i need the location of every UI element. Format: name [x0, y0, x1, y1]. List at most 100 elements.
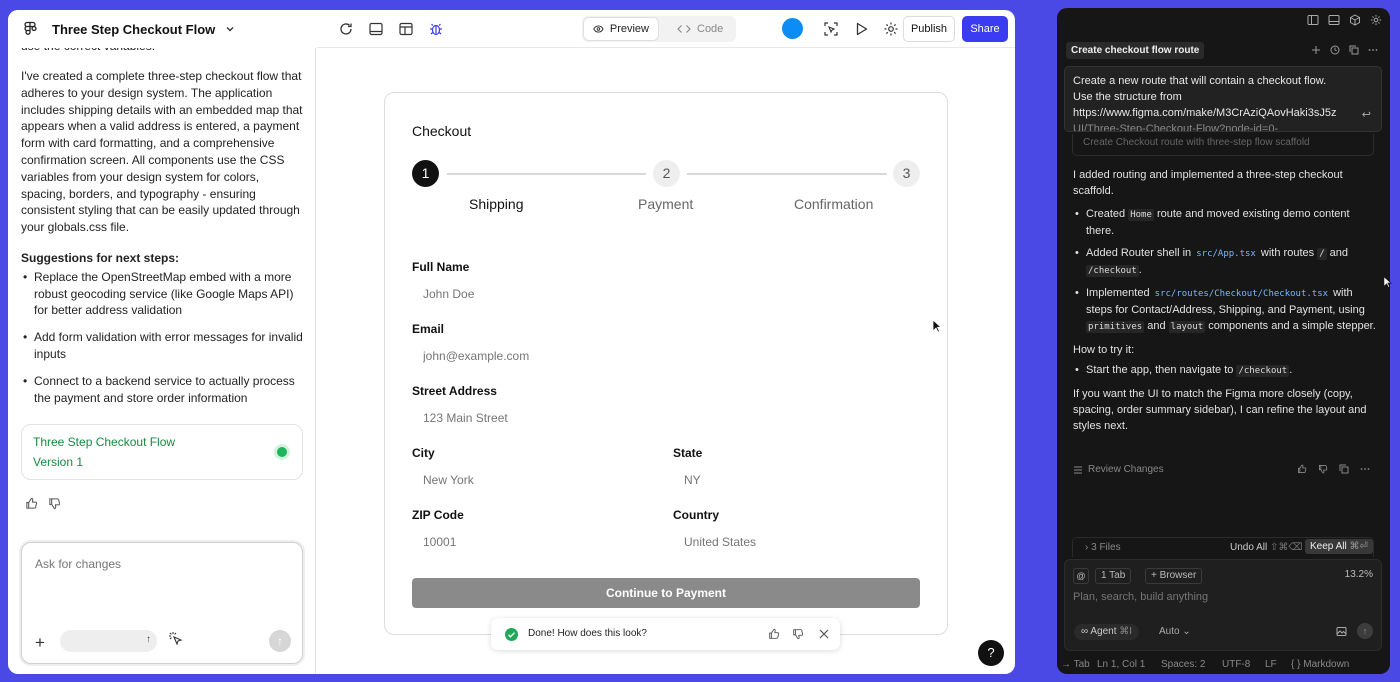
layout-panel-icon[interactable]	[368, 21, 384, 37]
thumbs-down-icon[interactable]	[1318, 464, 1328, 474]
step-1-label: Shipping	[469, 196, 524, 212]
cube-icon[interactable]	[1349, 14, 1361, 26]
context-usage: 13.2%	[1344, 569, 1373, 580]
chat-panel: use the correct variables. I've created …	[8, 10, 316, 674]
toggle-sidebar-icon[interactable]	[1307, 14, 1319, 26]
model-selector[interactable]: ↑	[60, 630, 157, 652]
ask-input[interactable]	[35, 557, 285, 571]
agent-input[interactable]	[1073, 591, 1363, 603]
copy-icon[interactable]	[1349, 45, 1359, 55]
conversation-tab[interactable]: Create checkout flow route	[1066, 42, 1205, 59]
state-input[interactable]	[684, 473, 914, 487]
undo-shortcut: ⇧⌘⌫	[1270, 542, 1303, 553]
step-3-label: Confirmation	[794, 196, 874, 212]
thumbs-up-icon[interactable]	[25, 497, 38, 510]
refresh-icon[interactable]	[338, 21, 354, 37]
code-tab[interactable]: Code	[668, 18, 732, 40]
street-address-input[interactable]	[423, 411, 903, 425]
tab-context-chip[interactable]: 1 Tab	[1095, 568, 1132, 584]
file-link[interactable]: src/App.tsx	[1194, 248, 1258, 260]
continue-to-payment-button[interactable]: Continue to Payment	[412, 578, 920, 608]
preview-tab[interactable]: Preview	[584, 18, 658, 40]
status-eol[interactable]: LF	[1265, 659, 1277, 670]
agent-shortcut: ⌘I	[1119, 626, 1133, 637]
response-intro: I added routing and implemented a three-…	[1073, 169, 1343, 197]
status-cursor-position[interactable]: Ln 1, Col 1	[1097, 659, 1145, 670]
upload-icon: ↑	[146, 634, 151, 645]
mention-button[interactable]: @	[1073, 568, 1089, 584]
file-link[interactable]: src/routes/Checkout/Checkout.tsx	[1153, 288, 1330, 300]
project-title[interactable]: Three Step Checkout Flow	[52, 22, 215, 37]
browser-context-chip[interactable]: + Browser	[1145, 568, 1203, 584]
text: Added Router shell in	[1086, 247, 1192, 259]
settings-gear-icon[interactable]	[1370, 14, 1382, 26]
send-button[interactable]: ↑	[1357, 623, 1373, 639]
zip-code-input[interactable]	[423, 535, 653, 549]
step-2-label: Payment	[638, 196, 694, 212]
more-icon[interactable]	[1368, 45, 1378, 55]
files-toggle[interactable]: › 3 Files	[1085, 542, 1121, 553]
version-status-dot	[277, 447, 287, 457]
status-tab: → Tab	[1061, 659, 1090, 670]
image-attach-icon[interactable]	[1336, 626, 1347, 637]
feedback-toast: Done! How does this look?	[491, 618, 840, 650]
changed-files-bar: › 3 Files Undo All ⇧⌘⌫ Keep All ⌘⏎	[1072, 537, 1374, 557]
thumbs-down-icon[interactable]	[792, 628, 804, 640]
responsive-view-icon[interactable]	[398, 21, 414, 37]
agent-mode-selector[interactable]: ∞ Agent ⌘I	[1074, 624, 1140, 640]
project-header: Three Step Checkout Flow	[8, 10, 316, 48]
undo-all-button[interactable]: Undo All ⇧⌘⌫	[1230, 542, 1303, 553]
status-indentation[interactable]: Spaces: 2	[1161, 659, 1205, 670]
how-title: How to try it:	[1073, 344, 1135, 356]
inspect-icon[interactable]	[823, 21, 839, 37]
keep-all-label: Keep All	[1310, 541, 1347, 552]
checkout-title: Checkout	[412, 123, 472, 139]
copy-icon[interactable]	[1339, 464, 1349, 474]
model-selector[interactable]: Auto ⌄	[1159, 626, 1191, 637]
country-input[interactable]	[684, 535, 914, 549]
chat-history: use the correct variables. I've created …	[21, 42, 306, 416]
plus-icon[interactable]	[1311, 45, 1321, 55]
list-icon	[1074, 466, 1082, 473]
prompt-line: https://www.figma.com/make/M3CrAziQAovHa…	[1073, 107, 1337, 119]
thumbs-down-icon[interactable]	[48, 497, 61, 510]
toast-message: Done! How does this look?	[528, 628, 647, 639]
city-input[interactable]	[423, 473, 653, 487]
history-icon[interactable]	[1330, 45, 1340, 55]
publish-button[interactable]: Publish	[903, 16, 955, 42]
figma-logo-icon[interactable]	[22, 21, 38, 37]
zip-code-label: ZIP Code	[412, 508, 464, 522]
share-button[interactable]: Share	[962, 16, 1008, 42]
send-button[interactable]: ↑	[269, 630, 291, 652]
review-changes-row[interactable]: Review Changes	[1073, 464, 1378, 475]
play-icon[interactable]	[853, 21, 869, 37]
user-prompt[interactable]: Create a new route that will contain a c…	[1064, 66, 1382, 132]
close-icon[interactable]	[818, 628, 830, 640]
status-encoding[interactable]: UTF-8	[1222, 659, 1250, 670]
toggle-panel-icon[interactable]	[1328, 14, 1340, 26]
full-name-label: Full Name	[412, 260, 470, 274]
stepper-line	[687, 173, 887, 175]
bug-icon[interactable]	[428, 21, 444, 37]
settings-gear-icon[interactable]	[883, 21, 899, 37]
assistant-panel: Create checkout flow route Create a new …	[1057, 8, 1390, 674]
thumbs-up-icon[interactable]	[1297, 464, 1307, 474]
more-icon[interactable]	[1360, 464, 1370, 474]
status-language[interactable]: { } Markdown	[1291, 659, 1349, 670]
user-avatar[interactable]	[782, 18, 803, 39]
return-icon[interactable]: ↩	[1362, 107, 1371, 123]
version-label: Version 1	[33, 455, 84, 469]
main-window: use the correct variables. I've created …	[8, 10, 1015, 674]
email-input[interactable]	[423, 349, 903, 363]
full-name-input[interactable]	[423, 287, 903, 301]
status-bar: → Tab Ln 1, Col 1 Spaces: 2 UTF-8 LF { }…	[1057, 656, 1390, 674]
chevron-down-icon[interactable]	[225, 24, 235, 34]
check-circle-icon	[505, 628, 518, 641]
chat-summary: I've created a complete three-step check…	[21, 69, 303, 235]
version-card[interactable]: Three Step Checkout Flow Version 1	[21, 424, 303, 480]
help-button[interactable]: ?	[978, 640, 1004, 666]
point-and-edit-icon[interactable]	[168, 631, 184, 647]
add-attachment-icon[interactable]: +	[35, 633, 45, 653]
keep-all-button[interactable]: Keep All ⌘⏎	[1305, 539, 1373, 554]
thumbs-up-icon[interactable]	[768, 628, 780, 640]
